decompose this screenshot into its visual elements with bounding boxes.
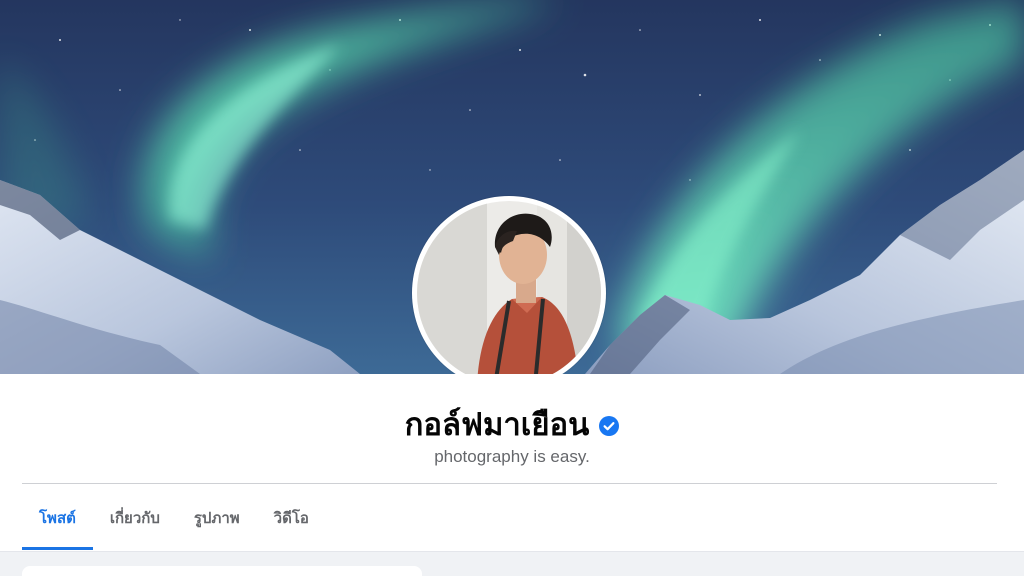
tab-posts[interactable]: โพสต์ — [22, 486, 93, 550]
profile-tabs: โพสต์ เกี่ยวกับ รูปภาพ วิดีโอ — [22, 486, 326, 550]
tab-videos[interactable]: วิดีโอ — [257, 486, 326, 550]
profile-bio: photography is easy. — [434, 447, 590, 466]
verified-badge-icon — [599, 416, 620, 436]
tab-photos[interactable]: รูปภาพ — [177, 486, 257, 550]
feed-card — [22, 566, 422, 576]
profile-name: กอล์ฟมาเยือน — [404, 407, 590, 443]
profile-page: กอล์ฟมาเยือน photography is easy. โพสต์ … — [0, 0, 1024, 576]
cover-photo[interactable] — [0, 0, 1024, 374]
avatar[interactable] — [417, 201, 601, 374]
profile-name-row: กอล์ฟมาเยือน — [0, 398, 1024, 450]
profile-photo-image — [417, 201, 601, 374]
tab-about[interactable]: เกี่ยวกับ — [93, 486, 177, 550]
divider — [22, 483, 997, 484]
